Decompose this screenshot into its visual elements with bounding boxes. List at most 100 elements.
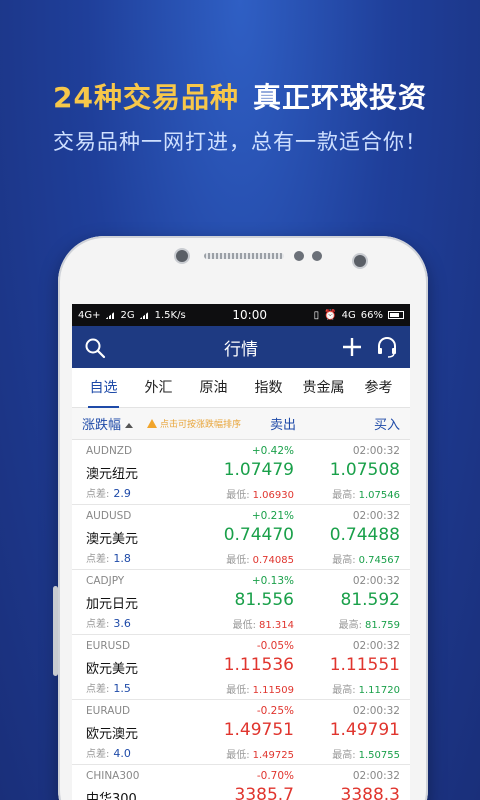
front-camera-icon [354,255,366,267]
tab-crude-oil[interactable]: 原油 [186,368,241,408]
quote-time: 02:00:32 [352,575,400,587]
spread-label: 点差: [86,749,110,760]
symbol-code: CHINA300 [86,770,140,782]
buy-price[interactable]: 0.74488 [330,525,400,545]
promo-title-highlight: 24种交易品种 [53,81,239,114]
spread-value: 1.5 [113,682,131,695]
low-label: 最低: [226,750,250,761]
sell-price[interactable]: 1.49751 [224,720,294,740]
tab-forex[interactable]: 外汇 [131,368,186,408]
sell-price[interactable]: 81.556 [235,590,294,610]
daily-high: 最高: 0.74567 [332,551,400,566]
tab-reference[interactable]: 参考 [351,368,406,408]
buy-price[interactable]: 3388.3 [341,785,400,800]
spread-label: 点差: [86,489,110,500]
spread: 点差: 1.8 [86,550,131,565]
high-label: 最高: [338,620,362,631]
spread: 点差: 2.9 [86,485,131,500]
daily-low: 最低: 81.314 [233,616,294,631]
earpiece-speaker [204,253,284,259]
high-label: 最高: [332,750,356,761]
sell-price[interactable]: 1.11536 [224,655,294,675]
spread-label: 点差: [86,554,110,565]
promo-title: 24种交易品种 真正环球投资 [0,76,480,116]
spread: 点差: 1.5 [86,680,131,695]
high-value: 81.759 [365,620,400,631]
sell-column-header: 卖出 [270,418,297,433]
sensor-icon [294,251,304,261]
clock: 10:00 [232,308,267,322]
low-label: 最低: [232,620,256,631]
quote-list: AUDNZD 澳元纽元 点差: 2.9 +0.42% 1.07479 最低: 1.0… [72,440,410,800]
change-percent: -0.70% [256,770,294,782]
high-label: 最高: [332,555,356,566]
sort-label: 涨跌幅 [82,418,122,433]
table-row[interactable]: CHINA300 中华300 -0.70% 3385.7 02:00:32 33… [72,765,410,800]
table-row[interactable]: EURUSD 欧元美元 点差: 1.5 -0.05% 1.11536 最低: 1.1… [72,635,410,700]
tab-watchlist[interactable]: 自选 [76,368,131,408]
daily-low: 最低: 0.74085 [226,551,294,566]
change-percent: +0.42% [251,445,294,457]
network-speed: 1.5K/s [154,309,186,321]
page-title: 行情 [224,339,258,360]
buy-price[interactable]: 1.49791 [330,720,400,740]
network-label: 4G+ [78,309,101,321]
low-label: 最低: [226,555,250,566]
daily-high: 最高: 1.50755 [332,746,400,761]
tab-index[interactable]: 指数 [241,368,296,408]
sort-by-change-button[interactable]: 涨跌幅 [82,414,134,433]
buy-price[interactable]: 81.592 [341,590,400,610]
spread-label: 点差: [86,619,110,630]
high-label: 最高: [332,685,356,696]
front-camera-icon [176,250,188,262]
change-percent: -0.25% [256,705,294,717]
spread: 点差: 3.6 [86,615,131,630]
symbol-code: CADJPY [86,575,125,587]
category-tabs: 自选 外汇 原油 指数 贵金属 参考 [72,368,410,408]
headset-icon[interactable] [376,336,398,358]
network-label: 2G [120,309,135,321]
alarm-icon: ⏰ [324,309,337,321]
tab-precious-metals[interactable]: 贵金属 [296,368,351,408]
daily-low: 最低: 1.06930 [226,486,294,501]
quote-time: 02:00:32 [352,705,400,717]
buy-price[interactable]: 1.07508 [330,460,400,480]
promo-title-rest: 真正环球投资 [252,81,427,114]
spread-label: 点差: [86,684,110,695]
quote-time: 02:00:32 [352,770,400,782]
high-value: 1.11720 [358,685,400,696]
symbol-code: AUDNZD [86,445,133,457]
sort-arrow-icon [125,423,134,428]
vibrate-icon: ▯ [313,309,320,321]
search-icon[interactable] [84,337,106,359]
sell-price[interactable]: 0.74470 [224,525,294,545]
low-value: 81.314 [259,620,294,631]
sort-hint-text: 点击可按涨跌幅排序 [160,420,242,430]
quote-time: 02:00:32 [352,510,400,522]
symbol-name: 澳元纽元 [86,467,139,482]
battery-icon [388,311,404,319]
high-value: 1.07546 [358,490,400,501]
table-row[interactable]: EURAUD 欧元澳元 点差: 4.0 -0.25% 1.49751 最低: 1.4… [72,700,410,765]
table-row[interactable]: CADJPY 加元日元 点差: 3.6 +0.13% 81.556 最低: 81.3… [72,570,410,635]
high-value: 1.50755 [358,750,400,761]
warning-icon [147,419,158,428]
symbol-code: AUDUSD [86,510,132,522]
low-label: 最低: [226,490,250,501]
sell-price[interactable]: 3385.7 [235,785,294,800]
high-value: 0.74567 [358,555,400,566]
table-row[interactable]: AUDNZD 澳元纽元 点差: 2.9 +0.42% 1.07479 最低: 1.0… [72,440,410,505]
table-row[interactable]: AUDUSD 澳元美元 点差: 1.8 +0.21% 0.74470 最低: 0.7… [72,505,410,570]
column-header: 涨跌幅 点击可按涨跌幅排序 卖出 买入 [72,408,410,440]
sensor-icon [312,251,322,261]
buy-price[interactable]: 1.11551 [330,655,400,675]
side-button [53,586,58,676]
sell-price[interactable]: 1.07479 [224,460,294,480]
spread-value: 3.6 [113,617,131,630]
plus-icon[interactable] [340,335,364,359]
buy-column-header: 买入 [373,418,400,433]
high-label: 最高: [332,490,356,501]
network-label: 4G [341,309,356,321]
status-bar: 4G+ 2G 1.5K/s 10:00 ▯ ⏰ 4G 66% [72,304,410,326]
signal-icon [105,311,116,319]
